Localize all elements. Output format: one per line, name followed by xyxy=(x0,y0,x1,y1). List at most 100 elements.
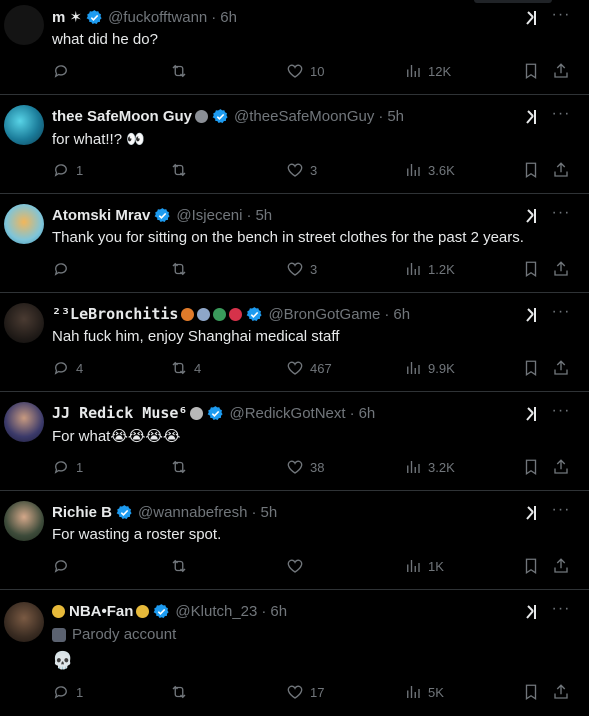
author-handle[interactable]: @BronGotGame xyxy=(268,306,380,323)
like-button[interactable]: 3 xyxy=(286,161,317,179)
avatar[interactable] xyxy=(4,5,44,45)
timestamp[interactable]: 5h xyxy=(255,207,272,224)
reply-button[interactable] xyxy=(52,62,76,80)
timestamp[interactable]: 6h xyxy=(220,9,237,26)
author-name[interactable]: ²³LeBronchitis xyxy=(52,305,178,323)
tweet-text: Nah fuck him, enjoy Shanghai medical sta… xyxy=(52,328,340,345)
like-button[interactable]: 17 xyxy=(286,683,324,701)
grok-icon[interactable] xyxy=(524,404,544,424)
tweet[interactable]: Richie B @wannabefresh · 5h ··· For wast… xyxy=(0,491,589,590)
heart-badge-icon xyxy=(229,307,243,321)
reply-count: 1 xyxy=(76,162,84,178)
separator-dot: · xyxy=(349,404,355,422)
repost-button[interactable] xyxy=(170,260,194,278)
grok-icon[interactable] xyxy=(524,206,544,226)
author-name[interactable]: m ✶ xyxy=(52,8,82,26)
bookmark-button[interactable] xyxy=(522,557,540,575)
share-button[interactable] xyxy=(552,683,570,701)
timestamp[interactable]: 5h xyxy=(387,108,404,125)
views-button[interactable]: 9.9K xyxy=(404,359,455,377)
author-name[interactable]: Richie B xyxy=(52,504,112,521)
grok-icon[interactable] xyxy=(524,107,544,127)
like-button[interactable]: 38 xyxy=(286,458,324,476)
more-icon[interactable]: ··· xyxy=(551,601,571,622)
grok-icon[interactable] xyxy=(524,503,544,523)
bookmark-button[interactable] xyxy=(522,359,540,377)
timestamp[interactable]: 5h xyxy=(260,504,277,521)
timestamp[interactable]: 6h xyxy=(359,405,376,422)
tweet[interactable]: NBA•Fan @Klutch_23 · 6h ··· Parody accou… xyxy=(0,590,589,716)
share-button[interactable] xyxy=(552,260,570,278)
reply-icon xyxy=(54,362,67,375)
more-icon[interactable]: ··· xyxy=(551,205,571,226)
repost-button[interactable] xyxy=(170,458,194,476)
share-button[interactable] xyxy=(552,62,570,80)
repost-button[interactable] xyxy=(170,557,194,575)
repost-button[interactable] xyxy=(170,683,194,701)
author-handle[interactable]: @theeSafeMoonGuy xyxy=(234,108,374,125)
avatar[interactable] xyxy=(4,501,44,541)
reply-button[interactable]: 1 xyxy=(52,458,83,476)
repost-button[interactable]: 4 xyxy=(170,359,201,377)
reply-button[interactable] xyxy=(52,557,76,575)
repost-button[interactable] xyxy=(170,62,194,80)
bookmark-button[interactable] xyxy=(522,62,540,80)
bookmark-button[interactable] xyxy=(522,458,540,476)
more-icon[interactable]: ··· xyxy=(551,106,571,127)
reply-button[interactable]: 1 xyxy=(52,161,83,179)
tweet[interactable]: Atomski Mrav @Isjeceni · 5h ··· Thank yo… xyxy=(0,194,589,293)
share-button[interactable] xyxy=(552,359,570,377)
share-button[interactable] xyxy=(552,557,570,575)
bookmark-button[interactable] xyxy=(522,683,540,701)
reply-button[interactable] xyxy=(52,260,76,278)
timestamp[interactable]: 6h xyxy=(270,603,287,620)
tweet[interactable]: ²³LeBronchitis @BronGotGame · 6h ··· Nah… xyxy=(0,293,589,392)
timestamp[interactable]: 6h xyxy=(393,306,410,323)
like-button[interactable]: 467 xyxy=(286,359,332,377)
author-name[interactable]: JJ Redick Muse⁶ xyxy=(52,404,187,422)
like-button[interactable]: 10 xyxy=(286,62,324,80)
avatar[interactable] xyxy=(4,303,44,343)
more-icon[interactable]: ··· xyxy=(551,403,571,424)
avatar[interactable] xyxy=(4,402,44,442)
grok-icon[interactable] xyxy=(524,602,544,622)
more-icon[interactable]: ··· xyxy=(551,304,571,325)
views-button[interactable]: 3.6K xyxy=(404,161,455,179)
views-icon xyxy=(407,65,420,77)
bookmark-button[interactable] xyxy=(522,260,540,278)
reply-button[interactable]: 1 xyxy=(52,683,83,701)
views-button[interactable]: 5K xyxy=(404,683,444,701)
author-handle[interactable]: @RedickGotNext xyxy=(229,405,345,422)
tweet[interactable]: m ✶ @fuckofftwann · 6h ··· what did he d… xyxy=(0,0,589,95)
like-button[interactable]: 3 xyxy=(286,260,317,278)
views-button[interactable]: 1K xyxy=(404,557,444,575)
like-button[interactable] xyxy=(286,557,310,575)
author-name[interactable]: NBA•Fan xyxy=(69,603,133,620)
author-handle[interactable]: @Klutch_23 xyxy=(175,603,257,620)
reply-button[interactable]: 4 xyxy=(52,359,83,377)
author-name[interactable]: thee SafeMoon Guy xyxy=(52,108,192,125)
grok-icon[interactable] xyxy=(524,8,544,28)
bookmark-button[interactable] xyxy=(522,161,540,179)
avatar[interactable] xyxy=(4,105,44,145)
more-icon[interactable]: ··· xyxy=(551,502,571,523)
author-handle[interactable]: @wannabefresh xyxy=(138,504,247,521)
like-count: 17 xyxy=(310,684,325,700)
avatar[interactable] xyxy=(4,602,44,642)
tweet[interactable]: thee SafeMoon Guy @theeSafeMoonGuy · 5h … xyxy=(0,95,589,194)
views-button[interactable]: 1.2K xyxy=(404,260,455,278)
more-icon[interactable]: ··· xyxy=(551,7,571,28)
heart-icon xyxy=(287,361,303,375)
views-button[interactable]: 12K xyxy=(404,62,451,80)
share-button[interactable] xyxy=(552,458,570,476)
author-handle[interactable]: @fuckofftwann xyxy=(108,9,207,26)
repost-button[interactable] xyxy=(170,161,194,179)
author-name[interactable]: Atomski Mrav xyxy=(52,207,150,224)
tweet[interactable]: JJ Redick Muse⁶ @RedickGotNext · 6h ··· … xyxy=(0,392,589,491)
views-button[interactable]: 3.2K xyxy=(404,458,455,476)
author-handle[interactable]: @Isjeceni xyxy=(176,207,242,224)
grok-icon[interactable] xyxy=(524,305,544,325)
share-button[interactable] xyxy=(552,161,570,179)
avatar[interactable] xyxy=(4,204,44,244)
action-bar: 10 12K xyxy=(52,62,572,82)
